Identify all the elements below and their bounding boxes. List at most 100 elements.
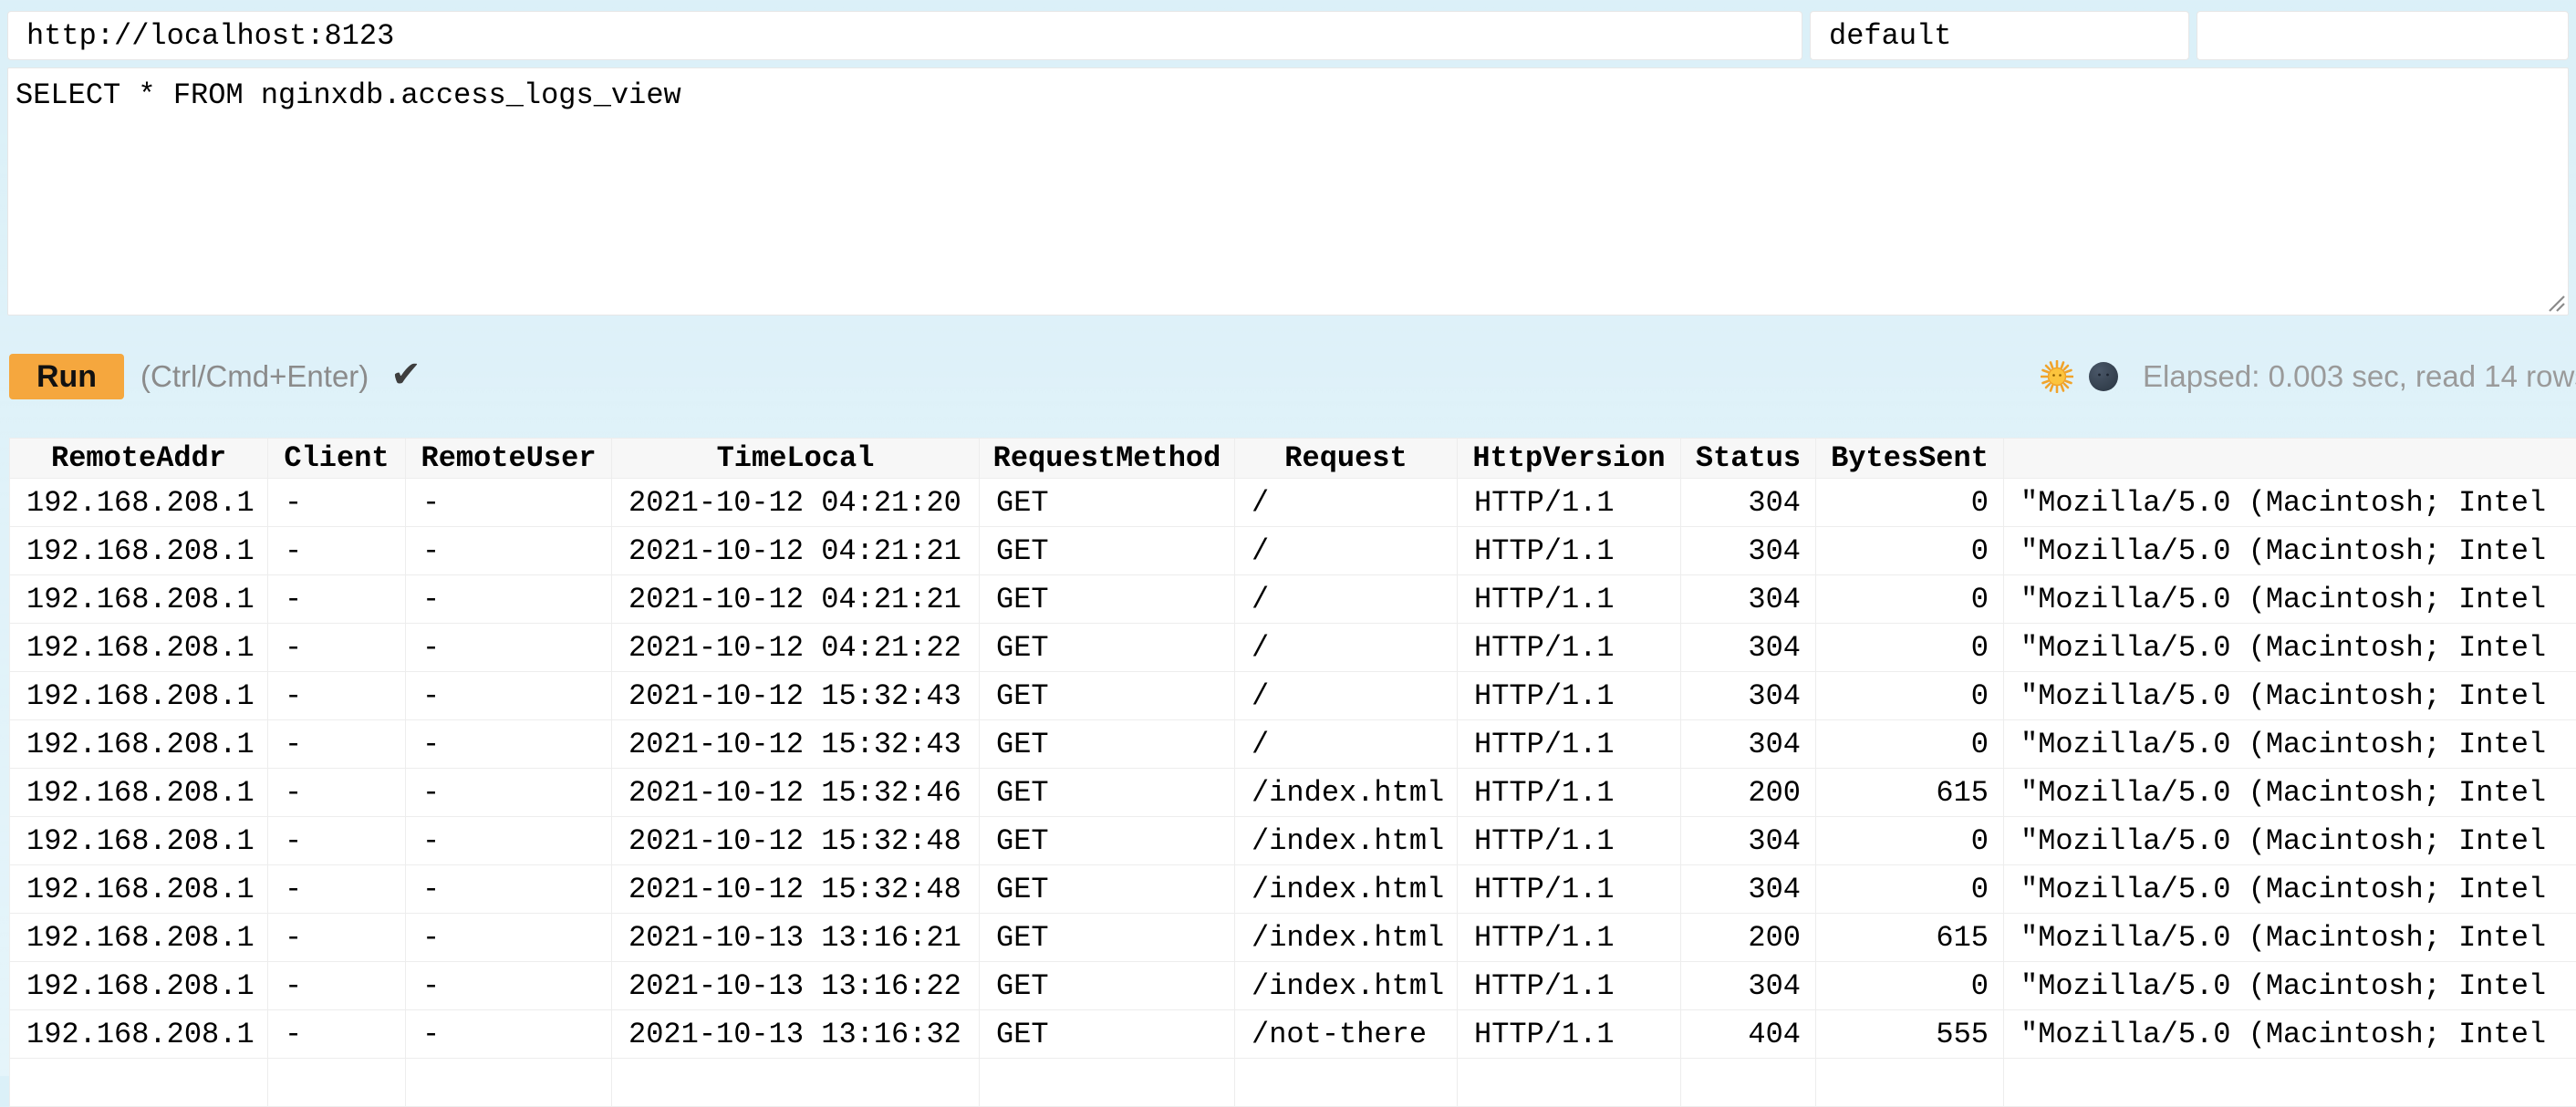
status-area: Elapsed: 0.003 sec, read 14 rows. <box>2041 316 2576 438</box>
table-cell: HTTP/1.1 <box>1458 672 1681 720</box>
table-cell: - <box>406 914 612 962</box>
table-cell: 0 <box>1816 962 2004 1010</box>
table-cell: HTTP/1.1 <box>1458 769 1681 817</box>
table-row: 192.168.208.1--2021-10-12 04:21:22GET/HT… <box>10 624 2576 672</box>
table-cell: 304 <box>1681 575 1816 624</box>
table-cell: 2021-10-12 04:21:22 <box>612 624 980 672</box>
table-cell: 192.168.208.1 <box>10 720 268 769</box>
results-table: RemoteAddrClientRemoteUserTimeLocalReque… <box>9 438 2576 1107</box>
table-row: 192.168.208.1--2021-10-12 15:32:43GET/HT… <box>10 672 2576 720</box>
user-input[interactable] <box>1810 11 2189 60</box>
table-row: 192.168.208.1--2021-10-13 13:16:21GET/in… <box>10 914 2576 962</box>
server-url-input[interactable] <box>7 11 1802 60</box>
table-cell: 192.168.208.1 <box>10 575 268 624</box>
table-cell: 192.168.208.1 <box>10 865 268 914</box>
table-cell: "Mozilla/5.0 (Macintosh; Intel <box>2004 914 2576 962</box>
column-header: RemoteUser <box>406 439 612 479</box>
table-cell: 615 <box>1816 769 2004 817</box>
table-cell: 200 <box>1681 914 1816 962</box>
table-cell: / <box>1235 479 1458 527</box>
table-row: 192.168.208.1--2021-10-12 04:21:21GET/HT… <box>10 527 2576 575</box>
table-cell: /index.html <box>1235 769 1458 817</box>
table-cell: - <box>406 865 612 914</box>
table-cell: - <box>406 624 612 672</box>
password-input[interactable] <box>2197 11 2569 60</box>
table-cell: HTTP/1.1 <box>1458 865 1681 914</box>
query-editor[interactable]: SELECT * FROM nginxdb.access_logs_view <box>7 67 2569 316</box>
sun-icon[interactable] <box>2041 360 2073 393</box>
column-header: TimeLocal <box>612 439 980 479</box>
run-bar: Run (Ctrl/Cmd+Enter) ✔ <box>0 316 2576 438</box>
table-cell <box>1235 1059 1458 1107</box>
table-cell: / <box>1235 575 1458 624</box>
table-cell: 615 <box>1816 914 2004 962</box>
table-cell: 2021-10-12 15:32:48 <box>612 865 980 914</box>
header-row: RemoteAddrClientRemoteUserTimeLocalReque… <box>10 439 2576 479</box>
table-cell: 304 <box>1681 479 1816 527</box>
table-cell: 2021-10-12 15:32:43 <box>612 672 980 720</box>
table-cell: 2021-10-12 15:32:46 <box>612 769 980 817</box>
table-cell: GET <box>980 624 1235 672</box>
table-cell: 304 <box>1681 720 1816 769</box>
table-cell: GET <box>980 479 1235 527</box>
table-cell: 2021-10-12 15:32:48 <box>612 817 980 865</box>
table-cell: HTTP/1.1 <box>1458 527 1681 575</box>
table-cell: - <box>406 672 612 720</box>
table-cell: - <box>268 914 406 962</box>
table-cell: 555 <box>1816 1010 2004 1059</box>
table-cell: HTTP/1.1 <box>1458 817 1681 865</box>
column-header: UserAgent <box>2004 439 2576 479</box>
table-cell: /not-there <box>1235 1010 1458 1059</box>
table-cell: - <box>268 817 406 865</box>
table-cell: - <box>268 769 406 817</box>
table-cell: 404 <box>1681 1010 1816 1059</box>
table-cell: 192.168.208.1 <box>10 769 268 817</box>
table-cell: HTTP/1.1 <box>1458 914 1681 962</box>
table-cell: / <box>1235 527 1458 575</box>
table-cell: /index.html <box>1235 817 1458 865</box>
moon-icon[interactable] <box>2088 361 2119 392</box>
table-cell: 200 <box>1681 769 1816 817</box>
table-cell <box>612 1059 980 1107</box>
table-row: 192.168.208.1--2021-10-13 13:16:22GET/in… <box>10 962 2576 1010</box>
table-cell: - <box>268 672 406 720</box>
table-cell: 192.168.208.1 <box>10 527 268 575</box>
table-cell: HTTP/1.1 <box>1458 624 1681 672</box>
table-cell: GET <box>980 962 1235 1010</box>
table-cell: 192.168.208.1 <box>10 624 268 672</box>
run-shortcut-hint: (Ctrl/Cmd+Enter) <box>140 359 369 394</box>
table-cell: "Mozilla/5.0 (Macintosh; Intel <box>2004 575 2576 624</box>
table-cell: / <box>1235 720 1458 769</box>
table-cell: 304 <box>1681 672 1816 720</box>
table-cell: - <box>268 479 406 527</box>
table-cell: - <box>268 1010 406 1059</box>
table-cell: 2021-10-13 13:16:32 <box>612 1010 980 1059</box>
table-cell: "Mozilla/5.0 (Macintosh; Intel <box>2004 720 2576 769</box>
table-cell: "Mozilla/5.0 (Macintosh; Intel <box>2004 865 2576 914</box>
run-button[interactable]: Run <box>9 354 124 399</box>
table-cell: 2021-10-12 15:32:43 <box>612 720 980 769</box>
table-cell: 2021-10-12 04:21:21 <box>612 575 980 624</box>
table-cell: - <box>268 527 406 575</box>
table-row: 192.168.208.1--2021-10-12 15:32:48GET/in… <box>10 865 2576 914</box>
table-cell: - <box>406 1010 612 1059</box>
table-row: 192.168.208.1--2021-10-12 15:32:43GET/HT… <box>10 720 2576 769</box>
table-cell <box>1458 1059 1681 1107</box>
table-cell: GET <box>980 914 1235 962</box>
table-cell: "Mozilla/5.0 (Macintosh; Intel <box>2004 769 2576 817</box>
table-cell: HTTP/1.1 <box>1458 962 1681 1010</box>
table-cell: 2021-10-12 04:21:21 <box>612 527 980 575</box>
table-cell: / <box>1235 624 1458 672</box>
table-cell: - <box>268 575 406 624</box>
table-cell <box>406 1059 612 1107</box>
table-cell: - <box>406 720 612 769</box>
table-cell: 192.168.208.1 <box>10 962 268 1010</box>
table-cell: HTTP/1.1 <box>1458 1010 1681 1059</box>
column-header: BytesSent <box>1816 439 2004 479</box>
table-cell: / <box>1235 672 1458 720</box>
connection-bar <box>0 0 2576 60</box>
table-cell: 0 <box>1816 720 2004 769</box>
table-row: 192.168.208.1--2021-10-13 13:16:32GET/no… <box>10 1010 2576 1059</box>
table-row: 192.168.208.1--2021-10-12 15:32:46GET/in… <box>10 769 2576 817</box>
table-cell: /index.html <box>1235 962 1458 1010</box>
